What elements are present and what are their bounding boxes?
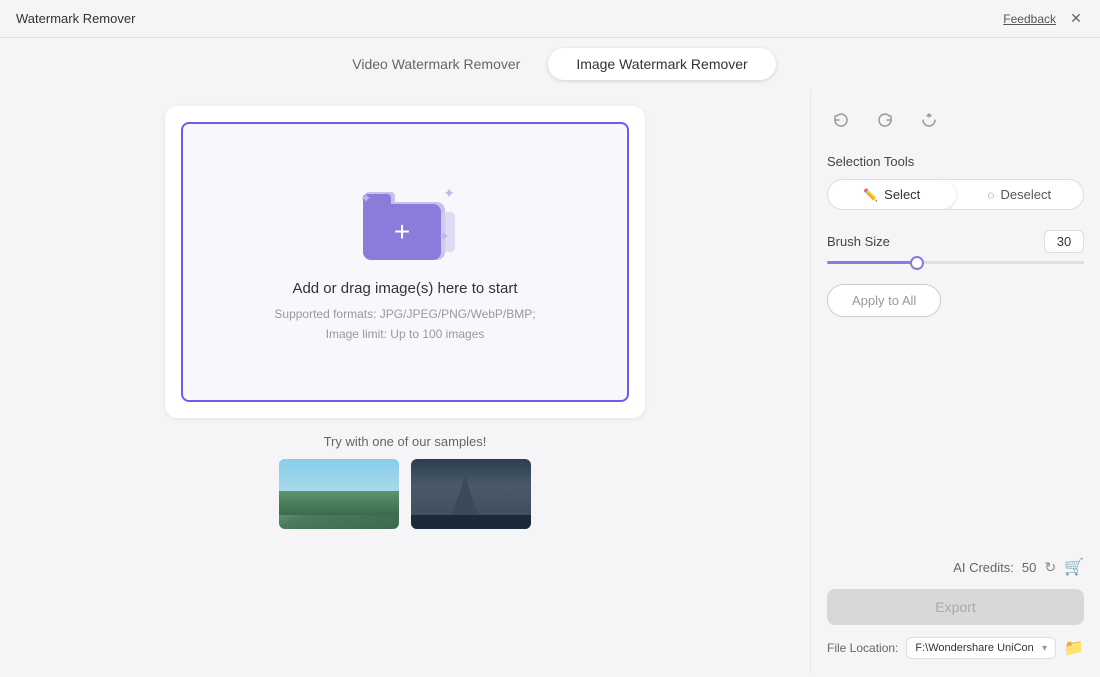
brush-size-slider[interactable] [827, 261, 1084, 264]
sample-image-2 [411, 459, 531, 529]
upload-container: + ✦ ✦ ✦ Add or drag image(s) here to sta… [165, 106, 645, 418]
slider-thumb[interactable] [910, 256, 924, 270]
ai-credits-label: AI Credits: [953, 560, 1014, 575]
folder-main: + [363, 204, 441, 260]
refresh-icon [920, 111, 938, 129]
refresh-button[interactable] [915, 106, 943, 134]
chevron-down-icon: ▾ [1042, 643, 1047, 654]
select-button[interactable]: ✏️ Select [828, 180, 956, 209]
sample-thumbnail-2[interactable] [411, 459, 531, 529]
ai-credits-value: 50 [1022, 560, 1036, 575]
tab-image-watermark[interactable]: Image Watermark Remover [548, 48, 775, 80]
plus-icon: + [394, 218, 410, 246]
brush-icon: ✏️ [863, 188, 878, 202]
brush-size-label: Brush Size [827, 234, 890, 249]
credits-cart-icon[interactable]: 🛒 [1064, 557, 1084, 577]
sample-image-1 [279, 459, 399, 529]
app-title: Watermark Remover [16, 11, 135, 26]
brush-size-row: Brush Size 30 [827, 230, 1084, 253]
ai-credits-row: AI Credits: 50 ↻ 🛒 [827, 557, 1084, 577]
undo-button[interactable] [827, 106, 855, 134]
open-folder-icon[interactable]: 📁 [1064, 638, 1084, 658]
folder-icon: + ✦ ✦ ✦ [355, 180, 455, 260]
slider-track [827, 261, 1084, 264]
redo-button[interactable] [871, 106, 899, 134]
file-location-label: File Location: [827, 641, 898, 655]
deselect-button[interactable]: ◌ Deselect [956, 180, 1084, 209]
main-layout: + ✦ ✦ ✦ Add or drag image(s) here to sta… [0, 90, 1100, 675]
close-button[interactable]: ✕ [1068, 11, 1084, 27]
selection-tools-row: ✏️ Select ◌ Deselect [827, 179, 1084, 210]
slider-fill [827, 261, 917, 264]
eraser-icon: ◌ [987, 188, 994, 202]
undo-icon [832, 111, 850, 129]
title-bar: Watermark Remover Feedback ✕ [0, 0, 1100, 38]
bottom-section: AI Credits: 50 ↻ 🛒 Export File Location:… [827, 557, 1084, 659]
file-location-row: File Location: F:\Wondershare UniCon ▾ 📁 [827, 637, 1084, 659]
samples-row [165, 459, 645, 529]
tab-bar: Video Watermark Remover Image Watermark … [0, 38, 1100, 90]
samples-label: Try with one of our samples! [165, 434, 645, 449]
samples-section: Try with one of our samples! [165, 434, 645, 529]
export-button[interactable]: Export [827, 589, 1084, 625]
tool-icons-row [827, 106, 1084, 134]
upload-title: Add or drag image(s) here to start [292, 280, 517, 297]
apply-all-container: Apply to All [827, 284, 1084, 317]
sparkle-icon-tl: ✦ [360, 190, 372, 207]
feedback-link[interactable]: Feedback [1003, 12, 1056, 26]
title-bar-actions: Feedback ✕ [1003, 11, 1084, 27]
apply-all-button[interactable]: Apply to All [827, 284, 941, 317]
file-location-select[interactable]: F:\Wondershare UniCon ▾ [906, 637, 1056, 659]
file-location-path: F:\Wondershare UniCon [915, 642, 1033, 654]
redo-icon [876, 111, 894, 129]
sparkle-icon-br: ✦ [438, 228, 450, 245]
selection-tools-label: Selection Tools [827, 154, 1084, 169]
left-panel: + ✦ ✦ ✦ Add or drag image(s) here to sta… [0, 90, 810, 675]
upload-area[interactable]: + ✦ ✦ ✦ Add or drag image(s) here to sta… [181, 122, 629, 402]
upload-subtitle: Supported formats: JPG/JPEG/PNG/WebP/BMP… [274, 305, 535, 343]
brush-size-value: 30 [1044, 230, 1084, 253]
credits-refresh-icon[interactable]: ↻ [1044, 559, 1056, 576]
right-panel: Selection Tools ✏️ Select ◌ Deselect Bru… [810, 90, 1100, 675]
sample-thumbnail-1[interactable] [279, 459, 399, 529]
tab-video-watermark[interactable]: Video Watermark Remover [324, 48, 548, 80]
sparkle-icon-tr: ✦ [443, 185, 455, 202]
